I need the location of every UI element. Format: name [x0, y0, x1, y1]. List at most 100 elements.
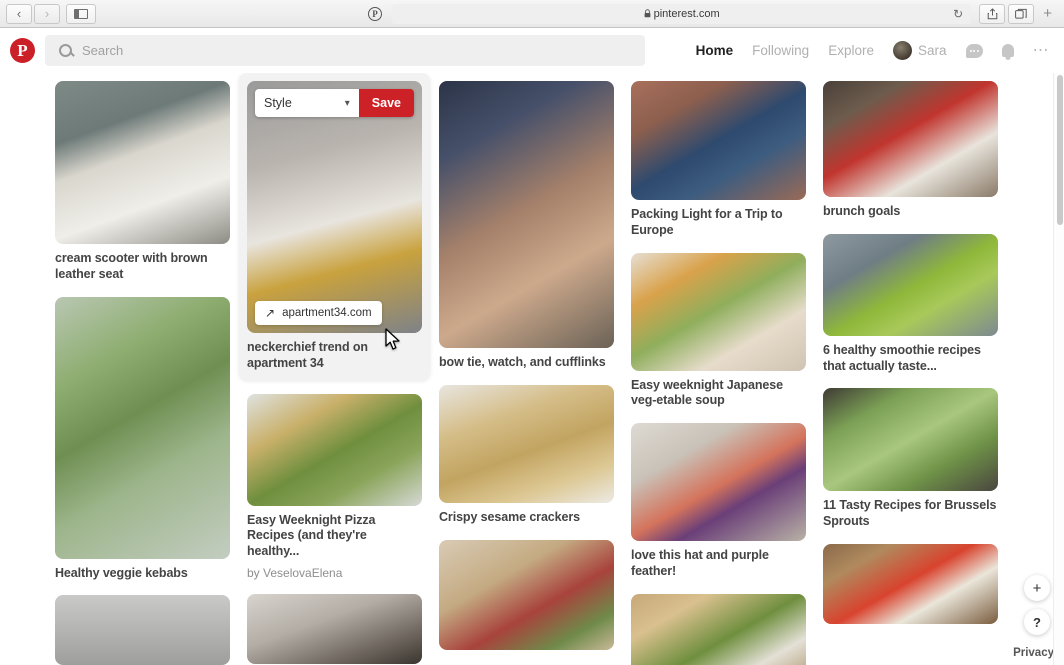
pin-title[interactable]: love this hat and purple feather! [631, 548, 806, 580]
back-button[interactable]: ‹ [6, 3, 32, 24]
nav-explore[interactable]: Explore [828, 43, 874, 58]
pin-card[interactable] [247, 593, 422, 664]
page-scrollbar[interactable] [1053, 73, 1064, 665]
pin-image[interactable] [439, 384, 614, 503]
pin-column: cream scooter with brown leather seat Hea… [55, 81, 230, 665]
pinterest-logo-icon[interactable]: P [10, 38, 35, 63]
bell-icon [1001, 44, 1014, 57]
pin-card[interactable]: love this hat and purple feather! [631, 423, 806, 580]
pin-source-label: apartment34.com [282, 307, 372, 319]
board-select[interactable]: Style ▾ [255, 89, 359, 117]
pin-card[interactable] [55, 595, 230, 665]
messages-button[interactable] [965, 43, 983, 58]
user-menu[interactable]: Sara [892, 41, 947, 60]
nav-home[interactable]: Home [696, 43, 734, 58]
external-link-icon: ↗ [265, 306, 276, 320]
add-pin-button[interactable]: + [1024, 575, 1050, 601]
pin-image[interactable] [823, 543, 998, 624]
pin-title[interactable]: brunch goals [823, 204, 998, 220]
pin-card-hovered[interactable]: Style ▾ Save ↗ apartment34.com neckerchief tr… [239, 73, 430, 380]
search-icon [59, 44, 72, 57]
pin-save-controls: Style ▾ Save [255, 89, 414, 117]
url-text-wrap: pinterest.com [644, 8, 720, 20]
tab-favicon: P [364, 4, 386, 24]
save-button[interactable]: Save [358, 89, 414, 117]
pin-image[interactable] [823, 81, 998, 197]
pin-column: brunch goals 6 healthy smoothie recipes t… [823, 81, 998, 638]
pin-card[interactable]: brunch goals [823, 81, 998, 220]
chat-bubble-icon [965, 43, 983, 58]
pin-column: bow tie, watch, and cufflinks Crispy sesa… [439, 81, 614, 664]
pin-image[interactable] [631, 423, 806, 541]
board-select-label: Style [264, 96, 292, 110]
nav-following[interactable]: Following [752, 43, 809, 58]
pinterest-header: P Search Home Following Explore Sara ⋯ [0, 28, 1064, 73]
pin-author[interactable]: by VeselovaElena [247, 566, 422, 580]
pin-image[interactable] [439, 539, 614, 650]
browser-chrome: ‹ › P pinterest.com ↻ + [0, 0, 1064, 28]
pin-title[interactable]: Healthy veggie kebabs [55, 566, 230, 582]
pin-image[interactable] [55, 81, 230, 244]
pin-image[interactable] [823, 388, 998, 492]
pinterest-favicon-icon: P [368, 6, 382, 21]
pin-grid: + ? Privacy cream scooter with brown lea… [0, 73, 1064, 665]
pin-card[interactable] [631, 593, 806, 665]
chevron-down-icon: ▾ [344, 97, 350, 109]
pin-title[interactable]: Packing Light for a Trip to Europe [631, 207, 806, 239]
pin-card[interactable]: Packing Light for a Trip to Europe [631, 81, 806, 239]
reload-icon[interactable]: ↻ [953, 7, 963, 21]
share-button[interactable] [979, 3, 1006, 24]
pin-card[interactable]: 11 Tasty Recipes for Brussels Sprouts [823, 388, 998, 530]
forward-button[interactable]: › [34, 3, 60, 24]
pin-source-link[interactable]: ↗ apartment34.com [255, 301, 382, 325]
pin-image[interactable] [247, 393, 422, 506]
pin-card[interactable]: Healthy veggie kebabs [55, 296, 230, 582]
address-bar[interactable]: pinterest.com ↻ [392, 3, 972, 24]
tabs-icon [1015, 8, 1027, 19]
pin-title[interactable]: Crispy sesame crackers [439, 510, 614, 526]
pin-card[interactable]: 6 healthy smoothie recipes that actually… [823, 233, 998, 375]
pin-image[interactable] [631, 252, 806, 371]
sidebar-icon [74, 8, 88, 19]
pin-column: Style ▾ Save ↗ apartment34.com neckerchief tr… [239, 73, 430, 665]
pin-image[interactable] [55, 595, 230, 665]
more-options-button[interactable]: ⋯ [1033, 42, 1051, 58]
pin-card[interactable]: bow tie, watch, and cufflinks [439, 81, 614, 371]
pin-image[interactable] [247, 593, 422, 664]
pin-column: Packing Light for a Trip to Europe Easy w… [631, 81, 806, 665]
sidebar-toggle-button[interactable] [66, 3, 96, 24]
lock-icon [644, 9, 650, 18]
pin-image[interactable]: Style ▾ Save ↗ apartment34.com [247, 81, 422, 333]
show-tabs-button[interactable] [1008, 3, 1035, 24]
pin-card[interactable]: Easy Weeknight Pizza Recipes (and they'r… [247, 393, 422, 580]
pin-title[interactable]: 11 Tasty Recipes for Brussels Sprouts [823, 498, 998, 530]
scrollbar-thumb[interactable] [1056, 75, 1063, 225]
help-button[interactable]: ? [1024, 609, 1050, 635]
share-icon [987, 7, 998, 19]
pin-image[interactable] [55, 296, 230, 559]
pin-card[interactable]: Crispy sesame crackers [439, 384, 614, 526]
pin-image[interactable] [631, 81, 806, 200]
notifications-button[interactable] [1001, 44, 1014, 57]
privacy-link[interactable]: Privacy [1013, 647, 1054, 659]
pin-title[interactable]: Easy Weeknight Pizza Recipes (and they'r… [247, 513, 422, 560]
pin-title[interactable]: neckerchief trend on apartment 34 [247, 340, 422, 372]
pin-title[interactable]: bow tie, watch, and cufflinks [439, 355, 614, 371]
pin-title[interactable]: cream scooter with brown leather seat [55, 251, 230, 283]
pin-card[interactable] [439, 539, 614, 650]
pin-card[interactable] [823, 543, 998, 624]
header-nav: Home Following Explore Sara ⋯ [696, 41, 1050, 60]
pin-card[interactable]: cream scooter with brown leather seat [55, 81, 230, 283]
pin-title[interactable]: Easy weeknight Japanese veg-etable soup [631, 378, 806, 410]
pin-image[interactable] [439, 81, 614, 348]
url-hostname: pinterest.com [653, 7, 720, 20]
pin-title[interactable]: 6 healthy smoothie recipes that actually… [823, 343, 998, 375]
pin-card[interactable]: Easy weeknight Japanese veg-etable soup [631, 252, 806, 410]
search-bar[interactable]: Search [45, 35, 645, 66]
search-input[interactable]: Search [82, 43, 123, 58]
avatar [892, 41, 912, 60]
user-name-label: Sara [917, 43, 947, 58]
pin-image[interactable] [631, 593, 806, 665]
new-tab-button[interactable]: + [1037, 5, 1058, 22]
pin-image[interactable] [823, 233, 998, 336]
